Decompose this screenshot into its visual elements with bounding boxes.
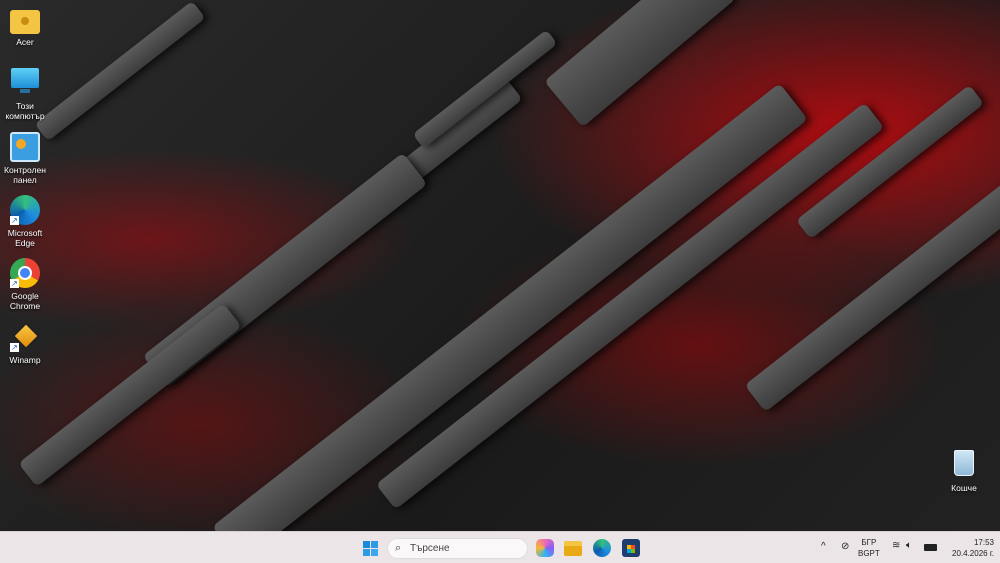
desktop-icon-this-pc[interactable]: Този компютър <box>2 68 48 121</box>
desktop-icon-chrome[interactable]: ↗ Google Chrome <box>2 258 48 311</box>
search-input[interactable]: ⌕ Търсене <box>387 538 528 559</box>
recycle-bin-icon <box>949 450 979 480</box>
desktop-icon-winamp[interactable]: ↗ Winamp <box>2 321 48 365</box>
chrome-icon: ↗ <box>10 258 40 288</box>
copilot-icon[interactable] <box>536 539 554 557</box>
clock[interactable]: 17:53 20.4.2026 г. <box>944 537 994 559</box>
folder-user-icon <box>10 10 40 34</box>
desktop-icon-control-panel[interactable]: Контролен панел <box>2 132 48 185</box>
desktop-icon-edge[interactable]: ↗ Microsoft Edge <box>2 195 48 248</box>
location-off-icon[interactable]: ⊘ <box>841 541 849 552</box>
monitor-icon <box>10 68 40 98</box>
wifi-icon[interactable]: ≋ <box>892 540 900 551</box>
volume-icon[interactable]: 🔈︎ <box>906 540 912 551</box>
battery-icon[interactable] <box>924 544 937 551</box>
winamp-icon: ↗ <box>10 321 41 352</box>
control-panel-icon <box>10 132 40 162</box>
show-hidden-icons-chevron-icon[interactable]: ^ <box>821 541 826 552</box>
desktop-icon-acer[interactable]: Acer <box>2 6 48 47</box>
edge-icon: ↗ <box>10 195 40 225</box>
file-explorer-icon[interactable] <box>564 541 582 556</box>
search-icon: ⌕ <box>395 542 402 554</box>
language-indicator[interactable]: БГР BGPT <box>858 537 880 559</box>
start-icon[interactable] <box>361 539 379 557</box>
desktop-wallpaper <box>0 0 1000 531</box>
taskbar: ⌕ Търсене ^ ⊘ БГР BGPT ≋ 🔈︎ 17:53 20.4.2026… <box>0 531 1000 563</box>
store-icon[interactable] <box>622 539 640 557</box>
desktop-icon-recycle-bin[interactable]: Кошче <box>941 450 987 493</box>
edge-icon[interactable] <box>593 539 611 557</box>
